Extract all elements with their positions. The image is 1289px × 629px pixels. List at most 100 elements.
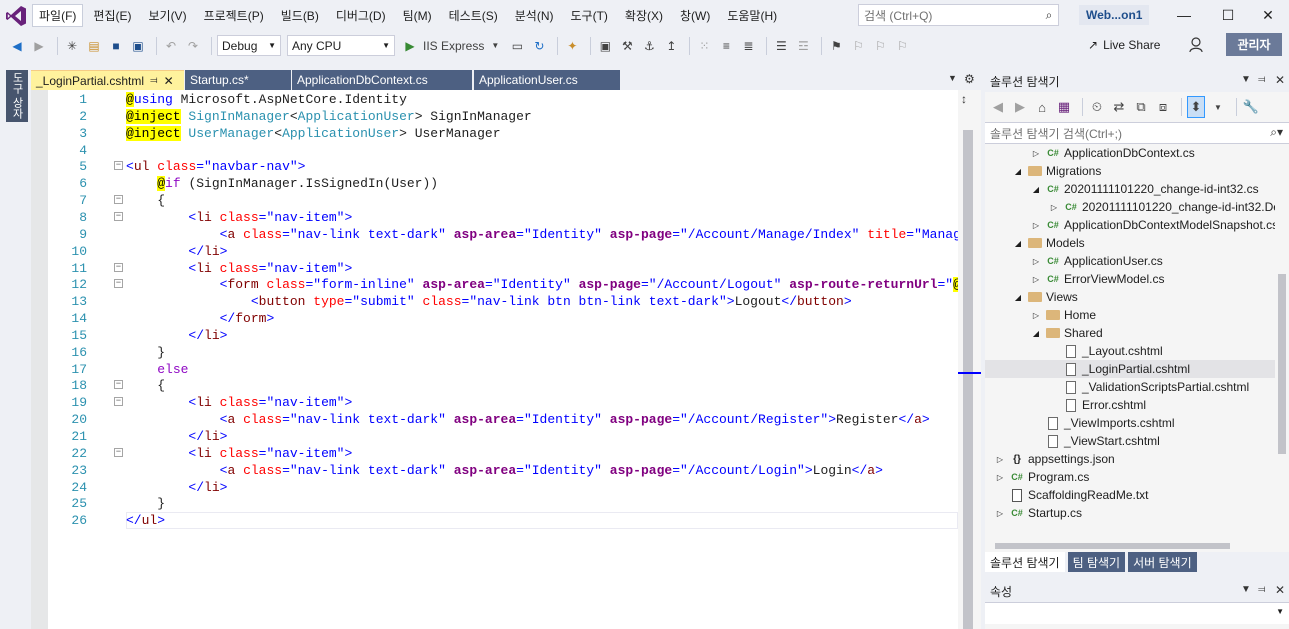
menu-item[interactable]: 프로젝트(P) bbox=[197, 4, 271, 27]
tree-node[interactable]: ScaffoldingReadMe.txt bbox=[985, 486, 1275, 504]
uncomment-icon[interactable]: ☲ bbox=[794, 35, 812, 57]
build-icon[interactable]: ⚒ bbox=[618, 35, 636, 57]
maximize-button[interactable]: ☐ bbox=[1206, 2, 1250, 28]
tree-node[interactable]: ▷ {} appsettings.json bbox=[985, 450, 1275, 468]
menu-item[interactable]: 보기(V) bbox=[141, 4, 193, 27]
chevron-down-icon[interactable]: ▼ bbox=[1241, 74, 1251, 85]
solution-name-badge[interactable]: Web...on1 bbox=[1079, 5, 1150, 25]
code-line[interactable]: 17 else bbox=[31, 361, 958, 378]
close-icon[interactable]: ✕ bbox=[1275, 583, 1285, 597]
chevron-down-icon[interactable]: ▼ bbox=[486, 35, 504, 57]
code-line[interactable]: 20 <a class="nav-link text-dark" asp-are… bbox=[31, 411, 958, 428]
platform-select[interactable]: Any CPU ▼ bbox=[287, 35, 395, 56]
collapsed-chevron-icon[interactable]: ▷ bbox=[995, 455, 1005, 464]
browser-link-icon[interactable]: ▭ bbox=[508, 35, 526, 57]
run-icon[interactable]: ▶ bbox=[401, 35, 419, 57]
comment-icon[interactable]: ☰ bbox=[772, 35, 790, 57]
tree-node[interactable]: ▷ C# 20201111101220_change-id-int32.Design… bbox=[985, 198, 1275, 216]
tab-applicationdbcontext[interactable]: ApplicationDbContext.cs bbox=[292, 70, 472, 90]
menu-item[interactable]: 팀(M) bbox=[396, 4, 439, 27]
new-project-icon[interactable]: ✳ bbox=[63, 35, 81, 57]
home-icon[interactable]: ⌂ bbox=[1033, 96, 1051, 118]
code-line[interactable]: 22 − <li class="nav-item"> bbox=[31, 445, 958, 462]
menu-item[interactable]: 디버그(D) bbox=[329, 4, 393, 27]
menu-item[interactable]: 빌드(B) bbox=[274, 4, 326, 27]
tree-node[interactable]: ▷ C# Program.cs bbox=[985, 468, 1275, 486]
hot-reload-icon[interactable]: ✦ bbox=[563, 35, 581, 57]
tree-node[interactable]: ▷ C# ApplicationUser.cs bbox=[985, 252, 1275, 270]
chevron-down-icon[interactable]: ▼ bbox=[1241, 584, 1251, 595]
code-line[interactable]: 8 − <li class="nav-item"> bbox=[31, 209, 958, 226]
export-icon[interactable]: ↥ bbox=[662, 35, 680, 57]
collapsed-chevron-icon[interactable]: ▷ bbox=[1049, 203, 1059, 212]
code-line[interactable]: 9 <a class="nav-link text-dark" asp-area… bbox=[31, 226, 958, 243]
collapsed-chevron-icon[interactable]: ▷ bbox=[995, 509, 1005, 518]
pending-changes-filter-icon[interactable]: ⏲ bbox=[1088, 96, 1106, 118]
menu-item[interactable]: 편집(E) bbox=[86, 4, 138, 27]
pin-icon[interactable]: ⫤ bbox=[1258, 74, 1266, 85]
tab-list-dropdown-icon[interactable]: ▼ bbox=[948, 73, 957, 83]
collapse-icon[interactable]: − bbox=[114, 211, 123, 221]
tree-horizontal-scrollbar[interactable] bbox=[985, 540, 1275, 552]
switch-views-icon[interactable]: ▦ bbox=[1055, 96, 1073, 118]
editor-vertical-scrollbar[interactable]: ↕ bbox=[958, 90, 981, 629]
tab-startup[interactable]: Startup.cs* bbox=[185, 70, 291, 90]
expanded-chevron-icon[interactable]: ◢ bbox=[1013, 167, 1023, 176]
collapsed-chevron-icon[interactable]: ▷ bbox=[1031, 275, 1041, 284]
code-line[interactable]: 14 </form> bbox=[31, 310, 958, 327]
collapsed-chevron-icon[interactable]: ▷ bbox=[1031, 257, 1041, 266]
collapse-icon[interactable]: − bbox=[114, 380, 123, 390]
code-line[interactable]: 19 − <li class="nav-item"> bbox=[31, 394, 958, 411]
admin-badge[interactable]: 관리자 bbox=[1226, 33, 1282, 56]
tree-node[interactable]: Error.cshtml bbox=[985, 396, 1275, 414]
tree-node[interactable]: _ViewImports.cshtml bbox=[985, 414, 1275, 432]
open-folder-icon[interactable]: ▤ bbox=[85, 35, 103, 57]
code-line[interactable]: 6 @if (SignInManager.IsSignedIn(User)) bbox=[31, 175, 958, 192]
collapsed-chevron-icon[interactable]: ▷ bbox=[1031, 311, 1041, 320]
outdent-icon[interactable]: ≣ bbox=[739, 35, 757, 57]
tree-node[interactable]: _ValidationScriptsPartial.cshtml bbox=[985, 378, 1275, 396]
tree-node[interactable]: ◢ Migrations bbox=[985, 162, 1275, 180]
collapse-all-icon[interactable]: ⧉ bbox=[1132, 96, 1150, 118]
search-input[interactable]: 검색 (Ctrl+Q) ⌕ bbox=[858, 4, 1059, 26]
code-line[interactable]: 15 </li> bbox=[31, 327, 958, 344]
collapse-icon[interactable]: − bbox=[114, 397, 123, 407]
tab-loginpartial[interactable]: _LoginPartial.cshtml ⫤ ✕ bbox=[31, 70, 184, 90]
properties-wrench-icon[interactable]: 🔧 bbox=[1242, 96, 1260, 118]
code-line[interactable]: 10 </li> bbox=[31, 243, 958, 260]
collapse-icon[interactable]: − bbox=[114, 279, 123, 289]
tab-applicationuser[interactable]: ApplicationUser.cs bbox=[474, 70, 620, 90]
tree-node[interactable]: ◢ Shared bbox=[985, 324, 1275, 342]
tree-vertical-scrollbar[interactable] bbox=[1275, 144, 1289, 540]
forward-arrow-icon[interactable]: ▶ bbox=[30, 35, 48, 57]
code-line[interactable]: 11 − <li class="nav-item"> bbox=[31, 260, 958, 277]
next-bookmark-icon[interactable]: ⚐ bbox=[871, 35, 889, 57]
collapse-icon[interactable]: − bbox=[114, 262, 123, 272]
code-editor[interactable]: 1 @using Microsoft.AspNetCore.Identity 2 @i… bbox=[31, 90, 958, 629]
sync-icon[interactable]: ⇄ bbox=[1110, 96, 1128, 118]
code-line[interactable]: 12 − <form class="form-inline" asp-area="… bbox=[31, 276, 958, 293]
scrollbar-thumb[interactable] bbox=[995, 543, 1230, 549]
prev-bookmark-icon[interactable]: ⚐ bbox=[849, 35, 867, 57]
tab-team-explorer[interactable]: 팀 탐색기 bbox=[1067, 552, 1126, 572]
tree-node[interactable]: ◢ Views bbox=[985, 288, 1275, 306]
split-window-icon[interactable]: ↕ bbox=[961, 92, 967, 106]
menu-item[interactable]: 도구(T) bbox=[564, 4, 615, 27]
tree-node[interactable]: ▷ Home bbox=[985, 306, 1275, 324]
tree-node[interactable]: ▷ C# Startup.cs bbox=[985, 504, 1275, 522]
code-line[interactable]: 7 − { bbox=[31, 192, 958, 209]
pin-icon[interactable]: ⫤ bbox=[1258, 584, 1266, 595]
tab-server-explorer[interactable]: 서버 탐색기 bbox=[1128, 552, 1197, 572]
close-icon[interactable]: ✕ bbox=[164, 74, 174, 88]
code-line[interactable]: 4 bbox=[31, 142, 958, 159]
save-all-icon[interactable]: ▣ bbox=[129, 35, 147, 57]
collapsed-chevron-icon[interactable]: ▷ bbox=[1031, 149, 1041, 158]
deploy-icon[interactable]: ⚓ bbox=[640, 35, 658, 57]
configuration-select[interactable]: Debug ▼ bbox=[217, 35, 281, 56]
toolbox-tab[interactable]: 도구 상자 bbox=[6, 70, 28, 122]
indent-icon[interactable]: ≡ bbox=[717, 35, 735, 57]
solution-search-input[interactable]: 솔루션 탐색기 검색(Ctrl+;) ⌕▾ bbox=[985, 122, 1289, 144]
run-target-label[interactable]: IIS Express bbox=[423, 35, 484, 57]
code-line[interactable]: 18 − { bbox=[31, 377, 958, 394]
collapse-icon[interactable]: − bbox=[114, 161, 123, 171]
